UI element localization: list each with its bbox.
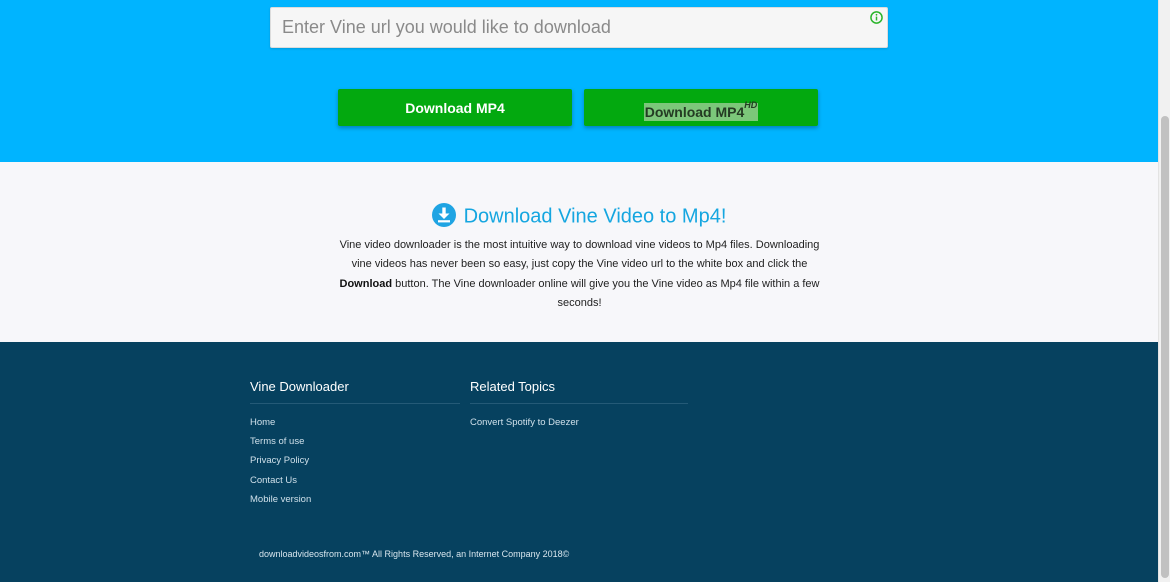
- vertical-scrollbar[interactable]: [1158, 0, 1170, 582]
- intro-section: Download Vine Video to Mp4! Vine video d…: [0, 162, 1158, 342]
- footer-link-item: Mobile version: [250, 490, 460, 509]
- download-mp4-button[interactable]: Download MP4: [338, 89, 572, 126]
- footer-link-spotify-deezer[interactable]: Convert Spotify to Deezer: [470, 417, 579, 428]
- footer-column-vine-downloader: Vine Downloader Home Terms of use Privac…: [250, 379, 460, 509]
- footer-links-related-topics: Convert Spotify to Deezer: [470, 413, 688, 432]
- intro-text-bold: Download: [339, 277, 393, 290]
- footer-heading-vine-downloader: Vine Downloader: [250, 379, 460, 404]
- footer-link-privacy[interactable]: Privacy Policy: [250, 455, 309, 466]
- footer-link-item: Terms of use: [250, 432, 460, 451]
- intro-description: Vine video downloader is the most intuit…: [337, 236, 822, 313]
- intro-text-part1: Vine video downloader is the most intuit…: [339, 239, 820, 271]
- hd-badge: HD: [744, 100, 758, 110]
- scrollbar-thumb[interactable]: [1161, 116, 1169, 578]
- intro-title-text: Download Vine Video to Mp4!: [463, 205, 727, 228]
- footer: Vine Downloader Home Terms of use Privac…: [0, 342, 1158, 582]
- intro-title: Download Vine Video to Mp4!: [0, 203, 1158, 229]
- copyright-text: downloadvideosfrom.com™ All Rights Reser…: [259, 549, 570, 559]
- download-mp4-hd-text: Download MP4: [644, 103, 745, 120]
- footer-links-vine-downloader: Home Terms of use Privacy Policy Contact…: [250, 413, 460, 509]
- hero-section: Download MP4 Download MP4HD: [0, 0, 1158, 162]
- url-input-container: [270, 7, 888, 48]
- download-mp4-hd-button[interactable]: Download MP4HD: [584, 89, 818, 126]
- footer-link-item: Privacy Policy: [250, 451, 460, 470]
- footer-link-item: Home: [250, 413, 460, 432]
- download-circle-icon: [431, 203, 456, 227]
- footer-link-home[interactable]: Home: [250, 417, 275, 428]
- footer-column-related-topics: Related Topics Convert Spotify to Deezer: [470, 379, 688, 432]
- page-content: Download MP4 Download MP4HD Download Vin…: [0, 0, 1158, 582]
- footer-link-item: Convert Spotify to Deezer: [470, 413, 688, 432]
- footer-link-mobile[interactable]: Mobile version: [250, 494, 311, 505]
- page: Download MP4 Download MP4HD Download Vin…: [0, 0, 1170, 582]
- intro-text-part2: button. The Vine downloader online will …: [392, 277, 820, 309]
- footer-link-contact[interactable]: Contact Us: [250, 475, 297, 486]
- download-mp4-hd-label: Download MP4HD: [643, 100, 759, 121]
- footer-link-item: Contact Us: [250, 471, 460, 490]
- footer-link-terms[interactable]: Terms of use: [250, 436, 304, 447]
- footer-heading-related-topics: Related Topics: [470, 379, 688, 404]
- info-icon[interactable]: [870, 11, 883, 24]
- url-input[interactable]: [271, 8, 861, 47]
